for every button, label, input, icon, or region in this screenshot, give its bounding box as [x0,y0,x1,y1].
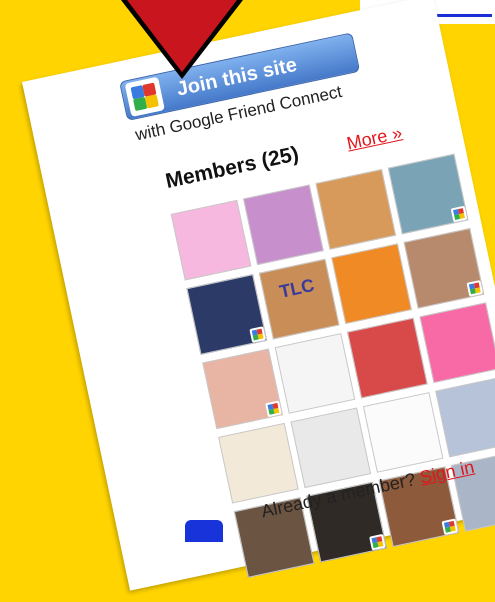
member-thumb-14[interactable] [290,407,372,489]
bottom-shape [185,520,223,542]
member-thumb-4[interactable] [387,153,469,235]
member-thumb-1[interactable] [170,199,252,281]
stage: Join this site with Google Friend Connec… [0,0,495,591]
member-thumb-9[interactable] [202,348,283,430]
tlc-label: TLC [277,274,317,302]
member-thumb-10[interactable] [274,333,356,414]
member-thumb-3[interactable] [315,169,397,250]
friend-connect-badge-icon [265,400,282,418]
member-thumb-7[interactable] [331,243,412,325]
member-thumb-2[interactable] [243,184,324,266]
member-thumb-5[interactable] [186,274,268,355]
friend-connect-badge-icon [369,533,386,551]
friend-connect-badge-icon [466,280,484,297]
member-thumb-8[interactable] [403,228,485,309]
member-thumb-13[interactable] [218,422,299,504]
members-grid: TLC [170,152,495,578]
friend-connect-badge-icon [249,326,266,343]
member-thumb-12[interactable] [419,302,495,384]
friend-connect-badge-icon [450,205,468,223]
pointer-arrow [127,0,237,72]
members-title: Members (25) [163,142,301,194]
more-members-link[interactable]: More » [345,122,404,154]
member-thumb-11[interactable] [347,317,428,399]
friend-connect-panel: Join this site with Google Friend Connec… [22,0,495,591]
google-friend-connect-logo-icon [124,76,165,117]
member-thumb-6[interactable]: TLC [258,258,340,340]
friend-connect-badge-icon [441,518,459,536]
member-thumb-15[interactable] [362,392,444,473]
member-thumb-16[interactable] [435,376,495,458]
